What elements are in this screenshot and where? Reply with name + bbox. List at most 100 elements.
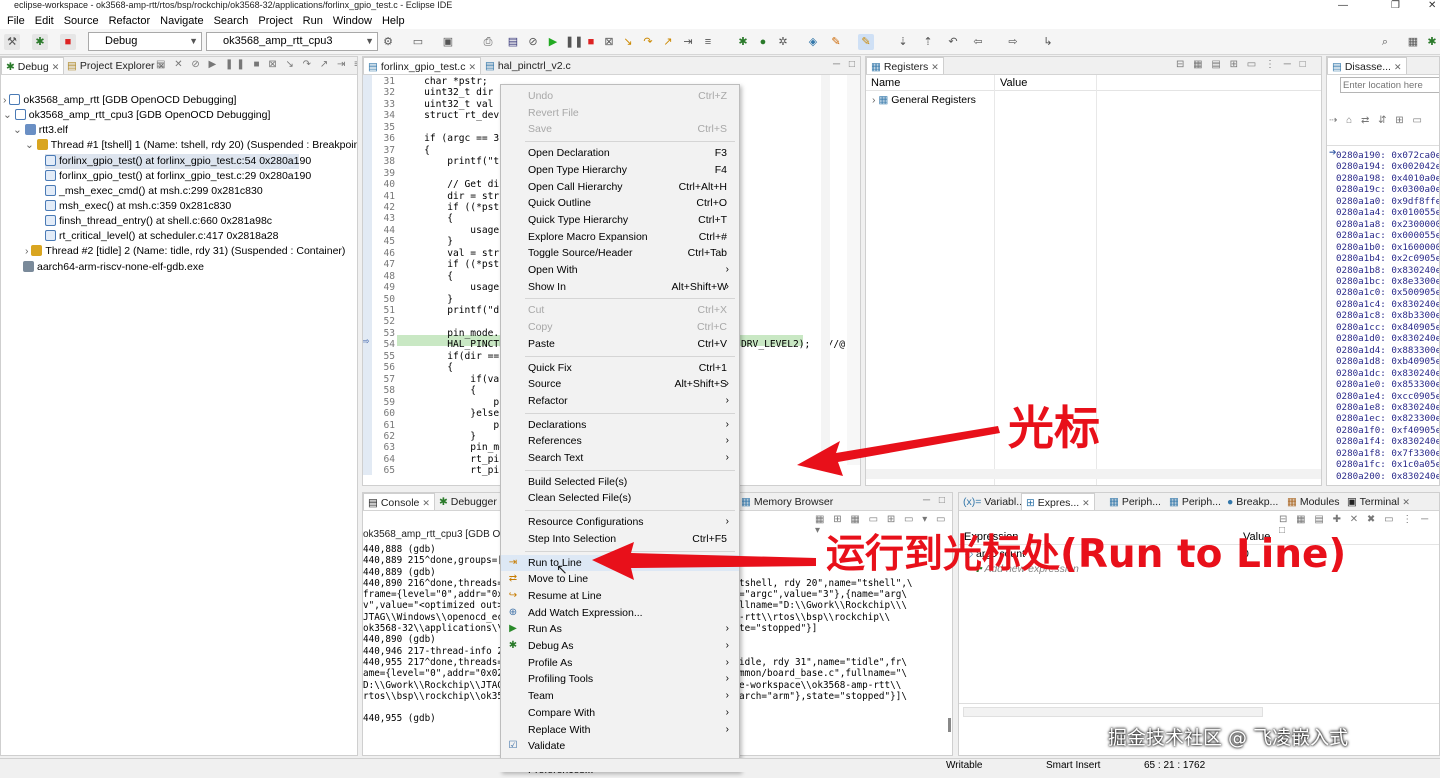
stack-frame[interactable]: _msh_exec_cmd() at msh.c:299 0x281c830 [45,184,263,199]
disassembly-row[interactable]: 0280a1d4: 0x883300eb [1336,345,1439,356]
print-icon[interactable]: ⎙ [480,34,496,50]
disassembly-row[interactable]: 0280a1cc: 0x840905e3 [1336,322,1439,333]
disassembly-row[interactable]: 0280a200: 0x830240e3 [1336,471,1439,482]
menu-item-debug-as[interactable]: ✱ Debug As › [501,638,739,654]
gear-icon[interactable]: ⚙ [380,34,396,50]
close-icon[interactable]: ✕ [1402,497,1410,507]
tab-terminal[interactable]: ▣ Terminal ✕ [1343,493,1414,510]
close-icon[interactable]: ✕ [1394,62,1402,72]
menu-item-refactor[interactable]: Refactor › [501,393,739,409]
menu-window[interactable]: Window [328,15,377,27]
new-icon[interactable]: ▭ [410,34,426,50]
menu-item-quick-type-hierarchy[interactable]: Quick Type Hierarchy Ctrl+T [501,212,739,228]
resume-icon[interactable]: ▶ [545,34,561,50]
debug-perspective-icon[interactable]: ✱ [1424,34,1440,50]
menu-item-open-call-hierarchy[interactable]: Open Call Hierarchy Ctrl+Alt+H [501,179,739,195]
disassembly-row[interactable]: 0280a1f4: 0x830240e3 [1336,436,1439,447]
menu-edit[interactable]: Edit [30,15,59,27]
tab-peripherals[interactable]: ▦ Periph... [1105,493,1165,510]
terminate-icon[interactable]: ■ [583,34,599,50]
menu-item-build-selected-file-s[interactable]: Build Selected File(s) [501,474,739,490]
menu-refactor[interactable]: Refactor [104,15,156,27]
tab-disassembly[interactable]: ▤ Disasse... ✕ [1327,57,1407,74]
tree-item-launch-cpu3[interactable]: ⌄ ok3568_amp_rtt_cpu3 [GDB OpenOCD Debug… [3,108,270,123]
registers-view-toolbar[interactable]: ⊟ ▦ ▤ ⊞ ▭ ⋮ ─ □ [1176,59,1309,70]
highlight-icon[interactable]: ✎ [858,34,874,50]
menu-navigate[interactable]: Navigate [155,15,208,27]
disassembly-row[interactable]: 0280a1f0: 0xf40905e3 [1336,425,1439,436]
tab-hal-pinctrl[interactable]: ▤ hal_pinctrl_v2.c [481,57,575,74]
disassembly-row[interactable]: 0280a1e4: 0xcc0905e3 [1336,391,1439,402]
editor-vscrollbar[interactable] [821,75,830,465]
menu-search[interactable]: Search [209,15,254,27]
close-icon[interactable]: ✕ [468,62,476,72]
menu-source[interactable]: Source [59,15,104,27]
menu-project[interactable]: Project [253,15,297,27]
close-icon[interactable]: ✕ [422,498,430,508]
menu-item-open-with[interactable]: Open With › [501,262,739,278]
menu-item-references[interactable]: References › [501,433,739,449]
tab-debug[interactable]: ✱ Debug ✕ [1,57,65,74]
disassembly-row[interactable]: 0280a198: 0x4010a0e3 [1336,173,1439,184]
disconnect-icon[interactable]: ⊠ [601,34,617,50]
menu-item-move-to-line[interactable]: ⇄ Move to Line [501,571,739,587]
disassembly-row[interactable]: 0280a1a4: 0x010055e3 [1336,207,1439,218]
tree-item-launch[interactable]: › ok3568_amp_rtt [GDB OpenOCD Debugging] [3,93,236,108]
forward-icon[interactable]: ⇨ [1005,34,1021,50]
close-icon[interactable]: ✕ [52,62,60,72]
stop-icon[interactable]: ■ [60,34,76,50]
menu-item-paste[interactable]: Paste Ctrl+V [501,336,739,352]
menu-item-run-as[interactable]: ▶ Run As › [501,621,739,637]
menu-item-add-watch-expression[interactable]: ⊕ Add Watch Expression... [501,605,739,621]
search-icon[interactable]: ⌕ [1377,34,1393,50]
disassembly-row[interactable]: 0280a1d8: 0xb40905e3 [1336,356,1439,367]
expressions-hscrollbar[interactable] [963,707,1263,717]
column-name[interactable]: Name [871,77,900,89]
build-icon[interactable]: ⚒ [4,34,20,50]
perspective-icon[interactable]: ▦ [1405,34,1421,50]
disassembly-row[interactable]: 0280a1fc: 0x1c0a05e3 [1336,459,1439,470]
close-icon[interactable]: ✕ [1082,498,1090,508]
menu-item-quick-outline[interactable]: Quick Outline Ctrl+O [501,195,739,211]
close-icon[interactable]: ✕ [1428,0,1436,11]
menu-item-quick-fix[interactable]: Quick Fix Ctrl+1 [501,360,739,376]
tab-breakpoints[interactable]: ● Breakp... [1223,493,1282,510]
menu-item-compare-with[interactable]: Compare With › [501,705,739,721]
close-icon[interactable]: ✕ [931,62,939,72]
tab-peripherals-2[interactable]: ▦ Periph... [1165,493,1225,510]
tab-forlinx-gpio-test[interactable]: ▤ forlinx_gpio_test.c ✕ [363,57,482,74]
editor-view-toolbar[interactable]: ─ □ [833,59,858,70]
debug-view-toolbar[interactable]: ▤ ✕ ⊘ ▶ ❚❚ ■ ⊠ ↘ ↷ ↗ ⇥ ≡ ⋮ ─ □ [156,59,357,70]
disassembly-row[interactable]: 0280a1b0: 0x1600000a [1336,242,1439,253]
menu-item-clean-selected-file-s[interactable]: Clean Selected File(s) [501,490,739,506]
annotation-next-icon[interactable]: ⇣ [895,34,911,50]
step-over-icon[interactable]: ↷ [640,34,656,50]
register-group-general[interactable]: › ▦ General Registers [872,93,976,108]
tree-item-thread-1[interactable]: ⌄ Thread #1 [tshell] 1 (Name: tshell, rd… [25,138,357,153]
menu-item-team[interactable]: Team › [501,688,739,704]
minimize-icon[interactable]: — [1338,0,1348,11]
drop-frame-icon[interactable]: ≡ [700,34,716,50]
external-tools-icon[interactable]: ✲ [775,34,791,50]
disassembly-row[interactable]: 0280a19c: 0x0300a0e3 [1336,184,1439,195]
tab-variables[interactable]: (x)= Variabl... [959,493,1029,510]
menu-item-profiling-tools[interactable]: Profiling Tools › [501,671,739,687]
column-value[interactable]: Value [1000,77,1027,89]
menu-item-explore-macro-expansion[interactable]: Explore Macro Expansion Ctrl+# [501,229,739,245]
registers-hscrollbar[interactable] [866,469,1321,479]
disassembly-row[interactable]: 0280a1b8: 0x830240e3 [1336,265,1439,276]
tab-memory-browser[interactable]: ▦ Memory Browser [737,493,837,510]
step-return-icon[interactable]: ↗ [660,34,676,50]
menu-item-declarations[interactable]: Declarations › [501,417,739,433]
stack-frame[interactable]: finsh_thread_entry() at shell.c:660 0x28… [45,214,272,229]
tree-item-process[interactable]: ⌄ rtt3.elf [13,123,68,138]
maximize-icon[interactable]: ❐ [1391,0,1400,11]
last-edit-icon[interactable]: ↶ [945,34,961,50]
disassembly-toolbar[interactable]: ⇢ ⌂ ⇄ ⇵ ⊞ ▭ [1329,115,1425,126]
disassembly-row[interactable]: 0280a1a8: 0x2300000a [1336,219,1439,230]
menu-item-validate[interactable]: ☑ Validate [501,738,739,754]
stack-frame[interactable]: forlinx_gpio_test() at forlinx_gpio_test… [45,169,311,184]
disassembly-row[interactable]: 0280a1e0: 0x853300eb [1336,379,1439,390]
menu-item-open-type-hierarchy[interactable]: Open Type Hierarchy F4 [501,162,739,178]
run-icon[interactable]: ● [755,34,771,50]
